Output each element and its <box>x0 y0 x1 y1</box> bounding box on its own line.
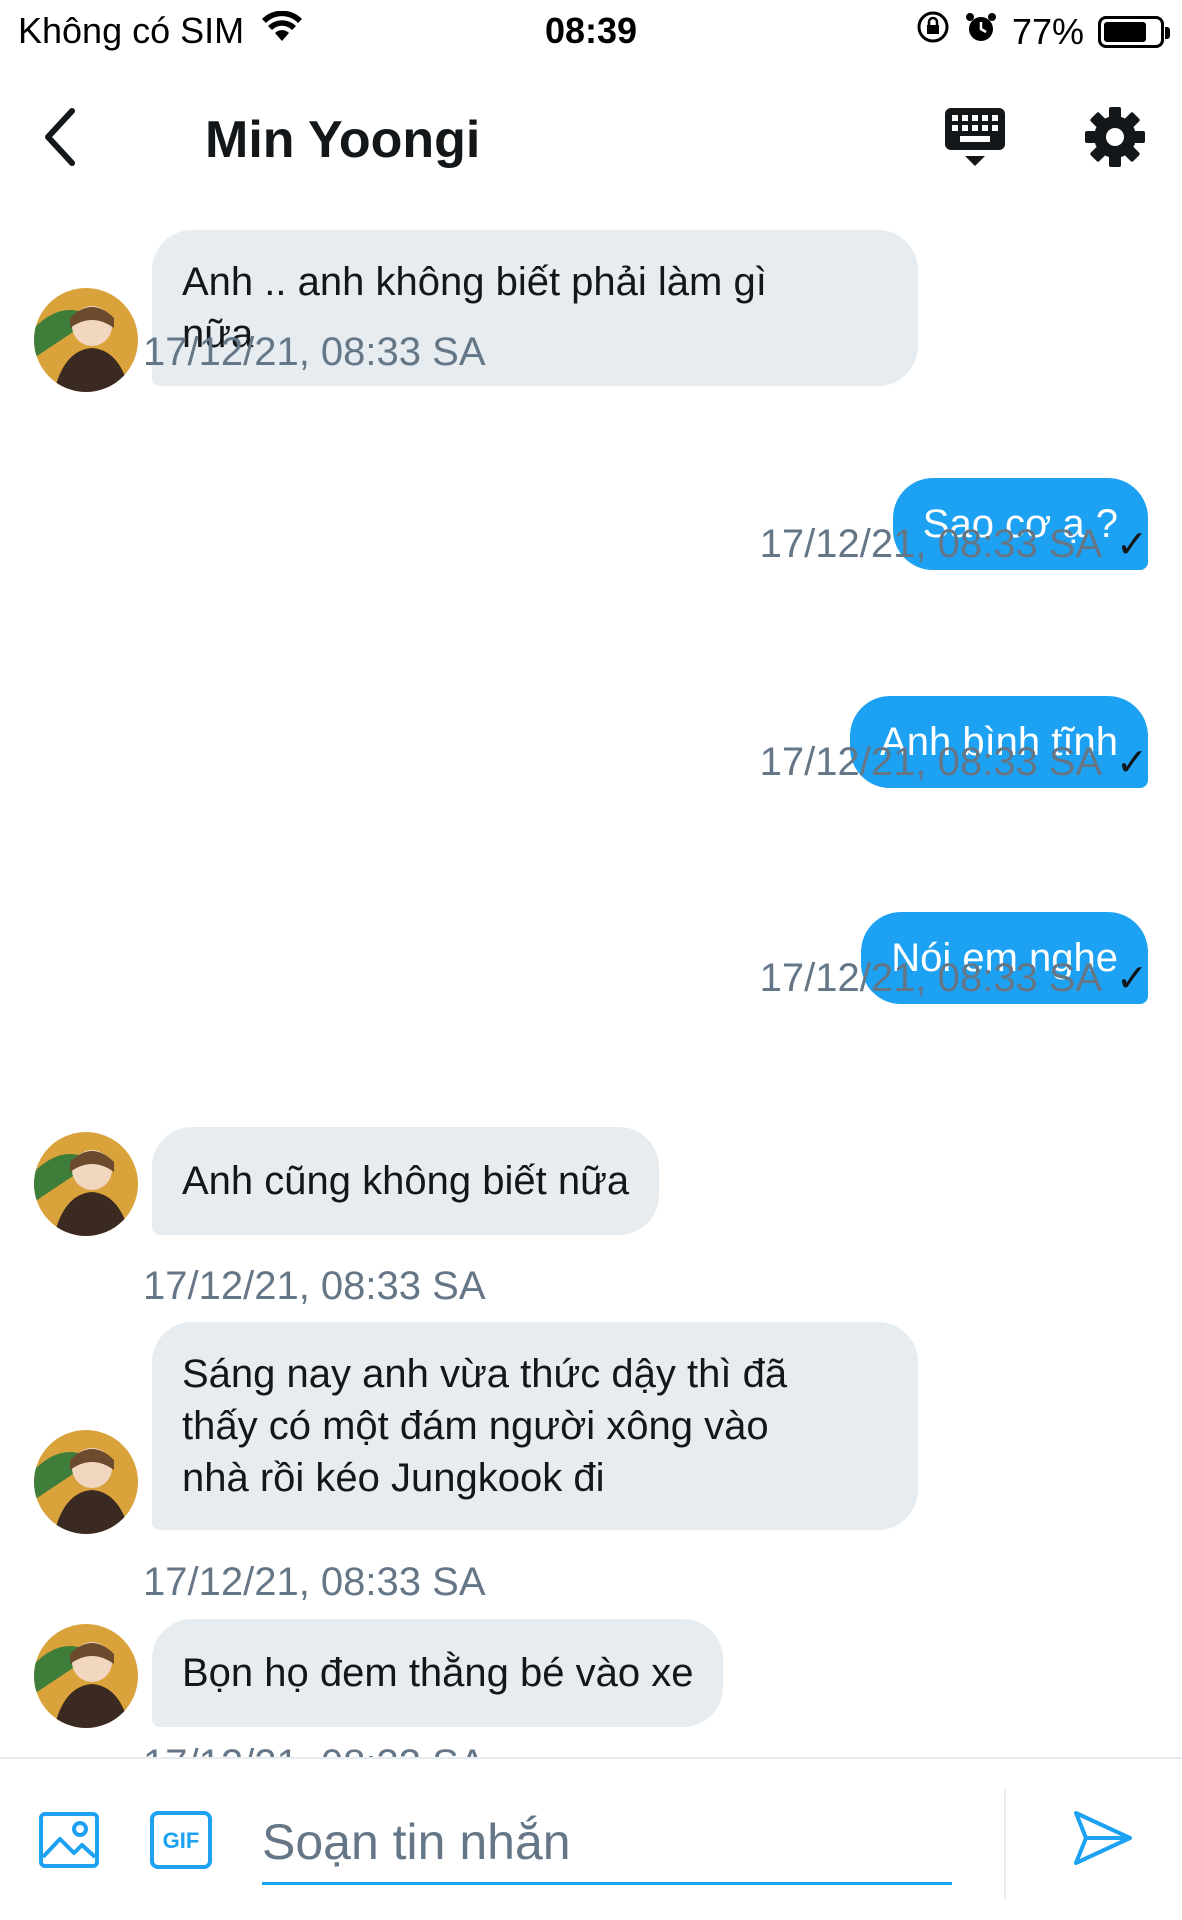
status-bar: Không có SIM 08:39 77% <box>0 0 1182 62</box>
message-line: Anh .. anh không biết phải làm gì <box>182 260 767 304</box>
message-bubble-incoming[interactable]: Sáng nay anh vừa thức dậy thì đã thấy có… <box>152 1322 918 1530</box>
timestamp-text: 17/12/21, 08:33 SA <box>759 740 1103 784</box>
conversation-header: Min Yoongi <box>0 62 1182 212</box>
timestamp-text: 17/12/21, 08:33 SA <box>759 956 1103 1000</box>
gif-button[interactable]: GIF <box>148 1807 218 1877</box>
timestamp-text: 17/12/21, 08:33 SA <box>759 522 1103 566</box>
avatar[interactable] <box>34 288 138 392</box>
message-timestamp: 17/12/21, 08:33 SA <box>143 1560 486 1604</box>
battery-icon <box>1098 15 1170 48</box>
message-line: Anh cũng không biết nữa <box>182 1159 630 1203</box>
composer-divider <box>1004 1789 1006 1899</box>
sent-check-icon: ✓ <box>1116 524 1148 566</box>
avatar-image <box>34 1132 138 1236</box>
message-timestamp: 17/12/21, 08:33 SA <box>143 330 486 374</box>
carrier-label: Không có SIM <box>18 10 245 51</box>
message-timestamp: 17/12/21, 08:33 SA ✓ <box>760 522 1148 567</box>
battery-fill <box>1104 21 1146 42</box>
chevron-left-icon <box>45 108 75 166</box>
avatar-image <box>34 1624 138 1728</box>
message-line: Bọn họ đem thằng bé vào xe <box>182 1651 694 1695</box>
message-timestamp: 17/12/21, 08:33 SA <box>143 1264 486 1308</box>
message-timestamp: 17/12/21, 08:33 SA <box>143 1742 486 1757</box>
alarm-icon <box>964 10 998 53</box>
status-right: 77% <box>902 10 1170 53</box>
avatar[interactable] <box>34 1430 138 1534</box>
avatar-image <box>34 1430 138 1534</box>
wifi-icon <box>262 10 303 52</box>
message-bubble-incoming[interactable]: Anh cũng không biết nữa <box>152 1127 660 1235</box>
gif-icon: GIF <box>150 1811 212 1869</box>
avatar[interactable] <box>34 1624 138 1728</box>
avatar-image <box>34 288 138 392</box>
message-timestamp: 17/12/21, 08:33 SA ✓ <box>760 956 1148 1001</box>
send-icon <box>1074 1811 1132 1865</box>
message-line: thấy có một đám người xông vào <box>182 1404 769 1448</box>
media-button[interactable] <box>36 1807 106 1877</box>
settings-button[interactable] <box>1080 102 1150 172</box>
send-button[interactable] <box>1070 1805 1140 1875</box>
gear-icon <box>1085 107 1145 167</box>
composer-bar: GIF <box>0 1757 1182 1920</box>
status-left: Không có SIM <box>18 10 303 52</box>
gif-label: GIF <box>163 1828 200 1853</box>
rotation-lock-icon <box>916 10 950 53</box>
message-timestamp: 17/12/21, 08:33 SA ✓ <box>760 740 1148 785</box>
avatar[interactable] <box>34 1132 138 1236</box>
message-list[interactable]: Anh .. anh không biết phải làm gì nữa 17… <box>0 212 1182 1757</box>
image-icon <box>39 1812 99 1868</box>
conversation-title: Min Yoongi <box>205 111 481 169</box>
keyboard-button[interactable] <box>940 102 1010 172</box>
battery-percent: 77% <box>1011 10 1084 52</box>
message-line: Sáng nay anh vừa thức dậy thì đã <box>182 1352 788 1396</box>
message-line: nhà rồi kéo Jungkook đi <box>182 1456 605 1500</box>
keyboard-icon <box>945 108 1005 166</box>
message-input[interactable] <box>262 1801 952 1885</box>
sent-check-icon: ✓ <box>1116 742 1148 784</box>
sent-check-icon: ✓ <box>1116 958 1148 1000</box>
back-button[interactable] <box>30 102 90 172</box>
message-bubble-incoming[interactable]: Bọn họ đem thằng bé vào xe <box>152 1619 724 1727</box>
